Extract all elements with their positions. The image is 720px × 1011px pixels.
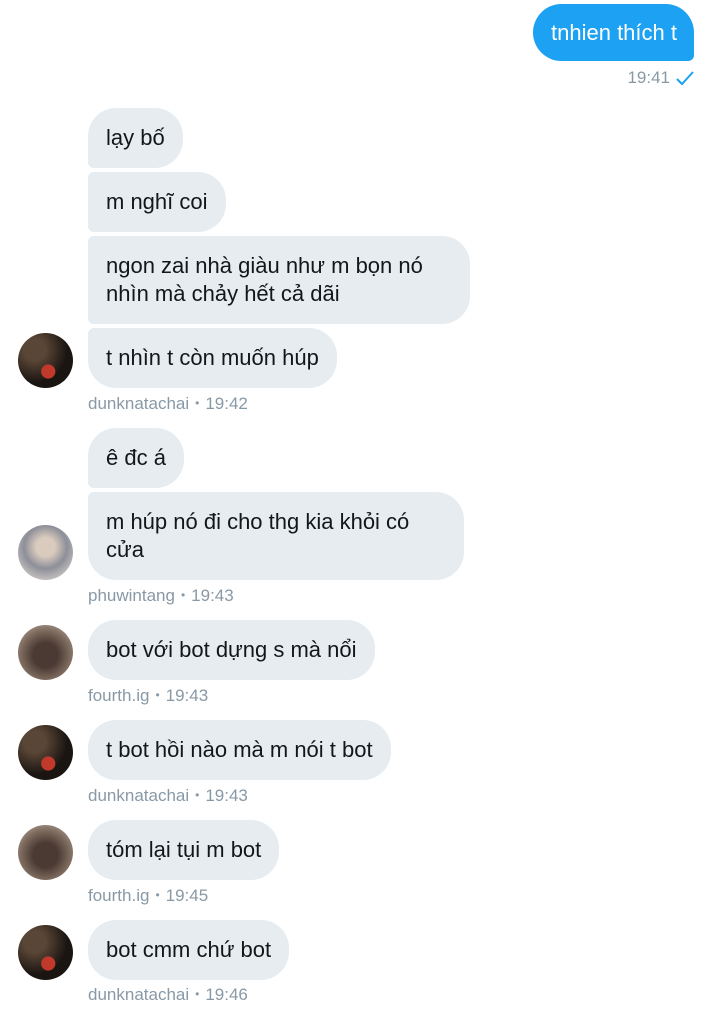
avatar-fourth-ig[interactable] xyxy=(18,625,73,680)
incoming-message-bubble[interactable]: t bot hồi nào mà m nói t bot xyxy=(88,720,391,780)
message-time: 19:46 xyxy=(205,985,248,1004)
avatar-phuwintang[interactable] xyxy=(18,525,73,580)
avatar-fourth-ig[interactable] xyxy=(18,825,73,880)
avatar-dunknatachai[interactable] xyxy=(18,925,73,980)
sender-username[interactable]: dunknatachai xyxy=(88,786,189,805)
outgoing-message-bubble[interactable]: tnhien thích t xyxy=(533,4,694,61)
sender-username[interactable]: phuwintang xyxy=(88,586,175,605)
incoming-message-bubble[interactable]: ê đc á xyxy=(88,428,184,488)
separator-dot: • xyxy=(155,888,160,902)
separator-dot: • xyxy=(180,588,186,602)
message-meta: dunknatachai • 19:46 xyxy=(88,985,248,1005)
message-meta: dunknatachai • 19:42 xyxy=(88,394,248,414)
incoming-message-bubble[interactable]: bot cmm chứ bot xyxy=(88,920,290,980)
sender-username[interactable]: dunknatachai xyxy=(88,394,189,413)
incoming-message-bubble[interactable]: lạy bố xyxy=(88,108,183,168)
separator-dot: • xyxy=(195,987,200,1001)
message-time: 19:43 xyxy=(191,586,234,605)
message-meta: fourth.ig • 19:45 xyxy=(88,886,208,906)
message-meta: dunknatachai • 19:43 xyxy=(88,786,248,806)
outgoing-message-meta: 19:41 xyxy=(627,68,694,88)
incoming-message-bubble[interactable]: bot với bot dựng s mà nổi xyxy=(88,620,375,680)
sender-username[interactable]: dunknatachai xyxy=(88,985,189,1004)
message-time: 19:45 xyxy=(165,886,209,905)
separator-dot: • xyxy=(155,688,160,702)
message-time: 19:42 xyxy=(205,394,248,413)
message-meta: fourth.ig • 19:43 xyxy=(88,686,208,706)
avatar-dunknatachai[interactable] xyxy=(18,725,73,780)
sender-username[interactable]: fourth.ig xyxy=(88,686,149,705)
incoming-message-bubble[interactable]: tóm lại tụi m bot xyxy=(88,820,280,880)
checkmark-icon xyxy=(676,71,694,86)
message-time: 19:43 xyxy=(205,786,248,805)
separator-dot: • xyxy=(195,788,200,802)
message-meta: phuwintang • 19:43 xyxy=(88,586,234,606)
avatar-dunknatachai[interactable] xyxy=(18,333,73,388)
incoming-message-bubble[interactable]: m nghĩ coi xyxy=(88,172,226,232)
outgoing-message-time: 19:41 xyxy=(627,68,670,87)
incoming-message-bubble[interactable]: ngon zai nhà giàu như m bọn nó nhìn mà c… xyxy=(88,236,470,324)
separator-dot: • xyxy=(195,396,200,410)
sender-username[interactable]: fourth.ig xyxy=(88,886,149,905)
conversation-thread: tnhien thích t 19:41 lạy bố m nghĩ coi n… xyxy=(0,0,720,1011)
incoming-message-bubble[interactable]: m húp nó đi cho thg kia khỏi có cửa xyxy=(88,492,464,580)
incoming-message-bubble[interactable]: t nhìn t còn muốn húp xyxy=(88,328,337,388)
message-time: 19:43 xyxy=(165,686,209,705)
